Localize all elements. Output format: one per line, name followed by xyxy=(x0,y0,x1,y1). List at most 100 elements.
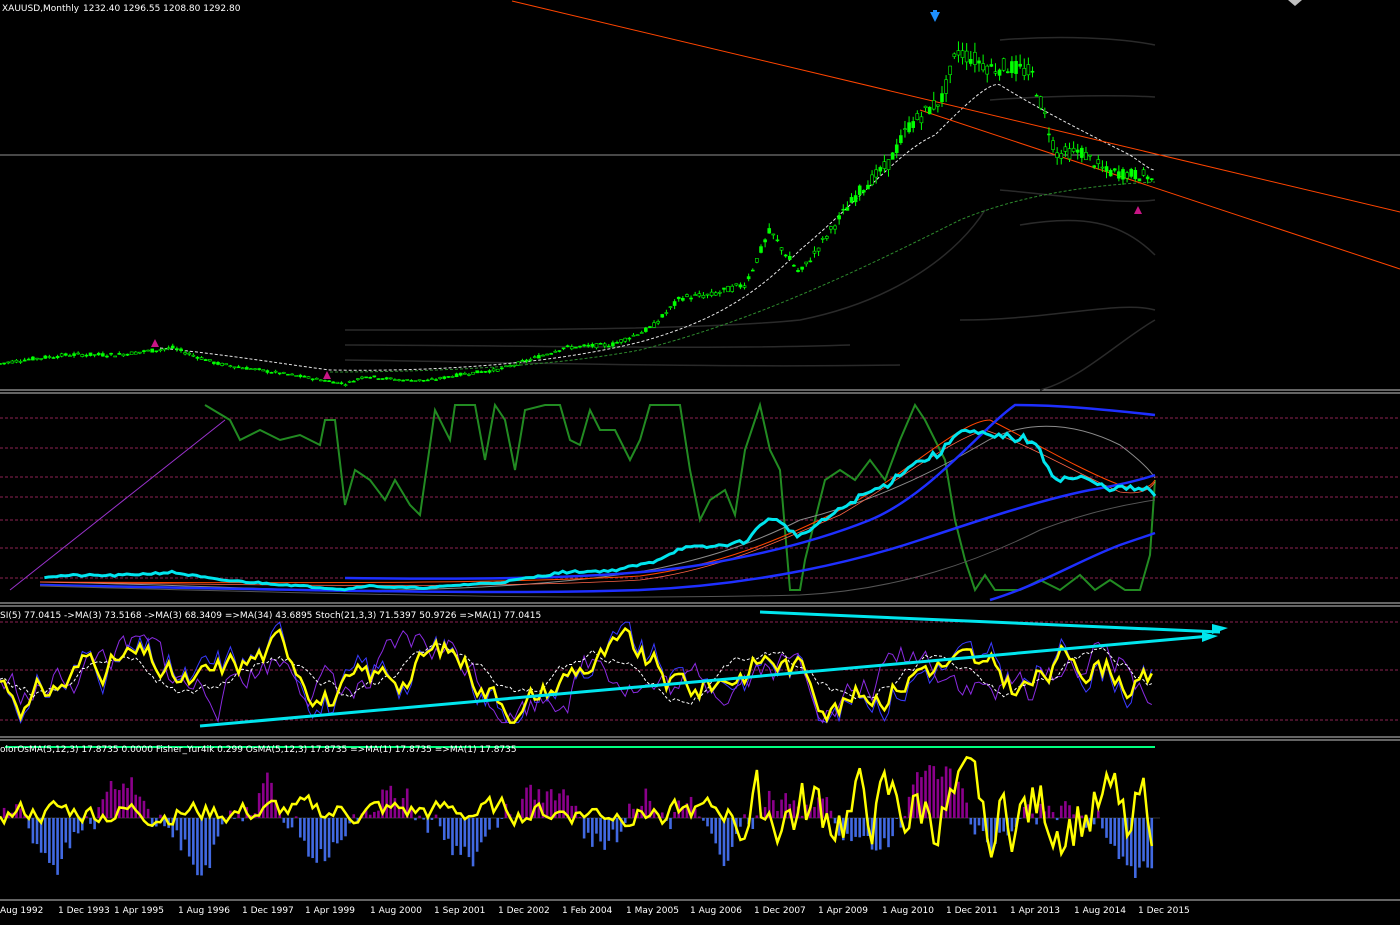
candle-body xyxy=(142,351,145,352)
candle-body xyxy=(1130,169,1133,176)
fractal-arrow-stem xyxy=(933,10,937,15)
candle-body xyxy=(44,356,47,358)
candle-body xyxy=(969,59,972,63)
time-axis-label: 1 Dec 2015 xyxy=(1138,906,1190,916)
candle-body xyxy=(788,256,791,259)
osma-bar xyxy=(336,818,339,843)
candle-body xyxy=(336,382,339,383)
candle-body xyxy=(949,66,952,75)
time-axis-label: 1 Sep 2001 xyxy=(434,906,485,916)
time-axis-label: 1 May 2005 xyxy=(626,906,679,916)
chart-background xyxy=(0,0,1400,921)
time-axis-label: 1 Dec 2011 xyxy=(946,906,998,916)
osma-bar xyxy=(632,809,635,818)
candle-body xyxy=(208,359,211,361)
osma-bar xyxy=(77,818,80,833)
candle-body xyxy=(1060,153,1063,158)
candle-body xyxy=(879,167,882,171)
candle-body xyxy=(579,346,582,347)
osma-bar xyxy=(607,818,610,841)
candle-body xyxy=(389,378,392,379)
candle-body xyxy=(1117,172,1120,179)
candle-body xyxy=(797,270,800,271)
time-axis-label: 1 Dec 1993 xyxy=(58,906,110,916)
candle-body xyxy=(698,294,701,296)
osma-bar xyxy=(1118,818,1121,859)
candle-body xyxy=(838,216,841,219)
candle-body xyxy=(365,377,368,378)
osma-bar xyxy=(546,791,549,818)
candle-body xyxy=(398,380,401,381)
candle-body xyxy=(134,352,137,354)
osma-bar xyxy=(311,818,314,858)
candle-body xyxy=(616,342,619,343)
candle-body xyxy=(546,354,549,355)
osma-bar xyxy=(1113,818,1116,846)
candle-body xyxy=(3,363,6,364)
osma-bar xyxy=(891,818,894,836)
candle-body xyxy=(184,353,187,354)
osma-bar xyxy=(443,818,446,840)
osma-bar xyxy=(414,818,417,820)
osma-bar xyxy=(262,783,265,818)
osma-bar xyxy=(159,815,162,818)
candle-body xyxy=(171,346,174,348)
candle-body xyxy=(517,362,520,365)
candle-body xyxy=(467,374,470,375)
osma-bar xyxy=(830,811,833,818)
candle-body xyxy=(665,313,668,314)
candle-body xyxy=(356,379,359,380)
osma-bar xyxy=(484,818,487,837)
osma-bar xyxy=(147,809,150,818)
candle-body xyxy=(509,365,512,366)
osma-bar xyxy=(904,816,907,818)
candle-body xyxy=(73,354,76,356)
osma-indicator-label: olorOsMA(5,12,3) 17.8735 0.0000 Fisher_Y… xyxy=(0,745,517,755)
candle-body xyxy=(258,369,261,370)
candle-body xyxy=(85,355,88,356)
candle-body xyxy=(1002,59,1005,71)
osma-bar xyxy=(200,818,203,876)
candle-body xyxy=(743,286,746,288)
candle-body xyxy=(266,371,269,373)
osma-bar xyxy=(295,816,298,818)
osma-bar xyxy=(858,818,861,837)
osma-bar xyxy=(1105,818,1108,838)
candle-body xyxy=(229,366,232,367)
candle-body xyxy=(93,354,96,355)
candle-body xyxy=(488,371,491,373)
candle-body xyxy=(1126,173,1129,179)
osma-bar xyxy=(895,818,898,819)
candle-body xyxy=(1056,153,1059,158)
candle-body xyxy=(303,376,306,377)
candle-body xyxy=(1089,155,1092,156)
candle-body xyxy=(385,378,388,379)
candle-body xyxy=(23,360,26,361)
osma-bar xyxy=(854,818,857,837)
candle-body xyxy=(875,170,878,177)
osma-bar xyxy=(570,806,573,818)
candle-body xyxy=(439,377,442,378)
osma-bar xyxy=(624,818,627,823)
candle-body xyxy=(961,51,964,58)
candle-body xyxy=(529,359,532,360)
osma-bar xyxy=(283,818,286,823)
candle-body xyxy=(842,209,845,210)
osma-bar xyxy=(521,799,524,818)
candle-body xyxy=(776,240,779,241)
osma-bar xyxy=(373,812,376,818)
osma-bar xyxy=(447,818,450,839)
candle-body xyxy=(151,349,154,352)
candle-body xyxy=(262,370,265,371)
osma-bar xyxy=(1138,818,1141,868)
candle-body xyxy=(644,328,647,332)
candle-body xyxy=(583,345,586,346)
osma-bar xyxy=(669,818,672,829)
candle-body xyxy=(126,354,129,355)
candle-body xyxy=(912,121,915,127)
candle-body xyxy=(895,145,898,153)
chart-canvas[interactable]: XAUUSD,Monthly 1232.40 1296.55 1208.80 1… xyxy=(0,0,1400,921)
candle-body xyxy=(1109,170,1112,176)
candle-body xyxy=(694,295,697,296)
candle-body xyxy=(19,361,22,362)
